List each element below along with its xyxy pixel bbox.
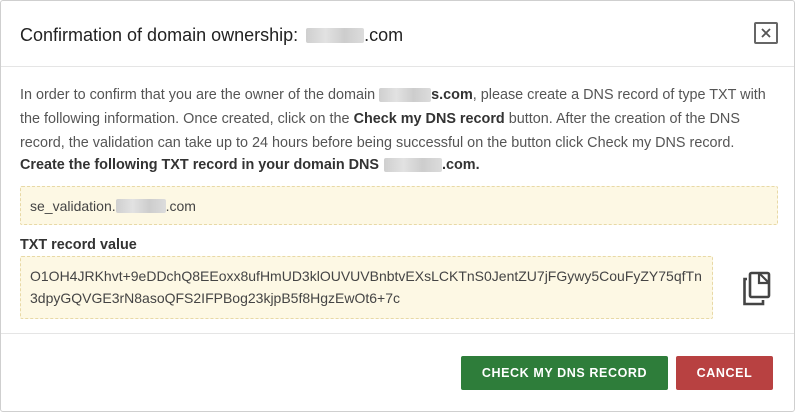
close-icon bbox=[761, 28, 771, 38]
redacted-domain bbox=[379, 88, 432, 103]
dialog-title-prefix: Confirmation of domain ownership: bbox=[20, 25, 299, 45]
copy-button[interactable] bbox=[739, 270, 775, 308]
dialog-header: Confirmation of domain ownership: .com bbox=[1, 1, 794, 67]
redacted-domain bbox=[115, 198, 166, 213]
redacted-domain bbox=[306, 28, 365, 43]
domain-confirmation-dialog: Confirmation of domain ownership: .com I… bbox=[0, 0, 795, 412]
intro-domain-suffix: s.com bbox=[431, 87, 473, 103]
instruction-prefix: Create the following TXT record in your … bbox=[20, 157, 380, 173]
redacted-domain bbox=[384, 158, 443, 172]
cancel-button[interactable]: CANCEL bbox=[676, 356, 773, 390]
txt-record-name-field[interactable]: se_validation. .com bbox=[20, 186, 778, 225]
intro-paragraph: In order to confirm that you are the own… bbox=[20, 83, 780, 155]
txt-record-value-label: TXT record value bbox=[20, 237, 137, 253]
copy-icon bbox=[743, 271, 771, 306]
record-name-suffix: .com bbox=[165, 197, 196, 214]
instruction-heading: Create the following TXT record in your … bbox=[20, 157, 480, 173]
intro-text-part1: In order to confirm that you are the own… bbox=[20, 87, 380, 103]
record-name-prefix: se_validation. bbox=[30, 197, 116, 214]
dialog-title-suffix: .com bbox=[364, 25, 404, 45]
txt-record-value-field[interactable]: O1OH4JRKhvt+9eDDchQ8EEoxx8ufHmUD3klOUVUV… bbox=[20, 256, 713, 319]
intro-button-reference: Check my DNS record bbox=[353, 111, 505, 127]
close-button[interactable] bbox=[754, 22, 778, 44]
dialog-title: Confirmation of domain ownership: .com bbox=[20, 25, 403, 46]
check-dns-record-button[interactable]: CHECK MY DNS RECORD bbox=[461, 356, 668, 390]
footer-divider bbox=[1, 333, 794, 334]
instruction-suffix: .com. bbox=[442, 157, 480, 173]
